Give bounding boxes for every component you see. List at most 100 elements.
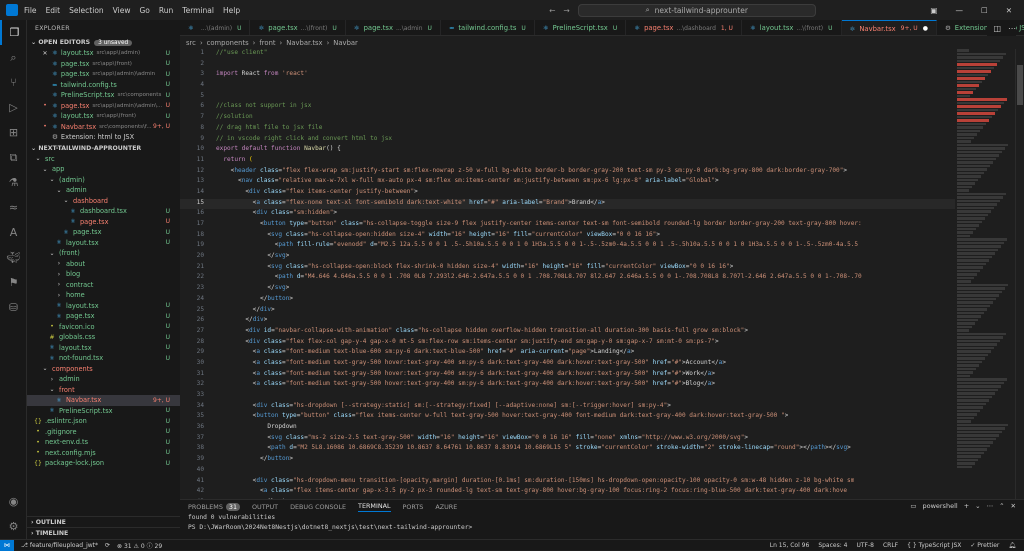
folder-item[interactable]: ⌄ (admin) <box>27 175 180 186</box>
tab-layout-tsx[interactable]: ⚛ layout.tsx ...\(front) U <box>742 20 842 35</box>
open-editor-item[interactable]: ≈ tailwind.config.ts U <box>27 80 180 91</box>
terminal-output[interactable]: found 0 vulnerabilities PS D:\JWarRoom\20… <box>180 514 1024 533</box>
maximize-panel-icon[interactable]: ⌃ <box>999 502 1004 510</box>
open-editor-item[interactable]: ⚛ PrelineScript.tsx src\components U <box>27 90 180 101</box>
code-line[interactable]: 29 <a class="font-medium text-blue-600 s… <box>180 348 955 359</box>
extensions-icon[interactable]: ⊞ <box>0 120 27 145</box>
open-editors-section[interactable]: ⌄ OPEN EDITORS 3 unsaved <box>27 37 180 48</box>
menu-view[interactable]: View <box>113 6 131 15</box>
code-line[interactable]: 9 // in vscode right click and convert ht… <box>180 135 955 146</box>
tab-tailwind-config-ts[interactable]: ≈ tailwind.config.ts U <box>441 20 535 35</box>
tailwind-icon[interactable]: ≈ <box>0 195 27 220</box>
indentation[interactable]: Spaces: 4 <box>818 542 847 549</box>
chevron-down-icon[interactable]: ⌄ <box>975 502 980 510</box>
language-mode[interactable]: { } TypeScript JSX <box>907 542 961 549</box>
run-debug-icon[interactable]: ▷ <box>0 95 27 120</box>
folder-item[interactable]: › home <box>27 290 180 301</box>
close-icon[interactable]: ✕ <box>41 50 49 57</box>
folder-item[interactable]: › blog <box>27 269 180 280</box>
prettier-status[interactable]: ✓ Prettier <box>970 542 999 549</box>
open-editor-item[interactable]: ⚛ page.tsx src\app\(admin)\admin U <box>27 69 180 80</box>
timeline-section[interactable]: › TIMELINE <box>27 527 180 538</box>
open-editor-item[interactable]: • ⚛ page.tsx src\app\(admin)\admin\... U <box>27 101 180 112</box>
file-item[interactable]: ⚛ layout.tsx U <box>27 343 180 354</box>
more-actions-icon[interactable]: ⋯ <box>987 502 994 510</box>
problems-summary[interactable]: ⊗ 31 ⚠ 0 ⓘ 29 <box>117 541 162 550</box>
account-icon[interactable]: ◉ <box>0 489 27 514</box>
file-item[interactable]: {} package-lock.json U <box>27 458 180 469</box>
folder-item[interactable]: ⌄ front <box>27 385 180 396</box>
close-window-button[interactable]: ✕ <box>1006 6 1012 15</box>
code-line[interactable]: 5 <box>180 92 955 103</box>
file-item[interactable]: • favicon.ico U <box>27 322 180 333</box>
panel-tab-terminal[interactable]: TERMINAL <box>358 502 391 512</box>
git-branch[interactable]: ⎇ feature/fileupload_jwt* <box>21 542 98 549</box>
maximize-button[interactable]: ☐ <box>981 6 988 15</box>
breadcrumb-item[interactable]: Navbar.tsx <box>286 39 322 47</box>
file-item[interactable]: ⚛ page.tsx U <box>27 217 180 228</box>
file-item[interactable]: {} .eslintrc.json U <box>27 416 180 427</box>
panel-tab-problems[interactable]: PROBLEMS 31 <box>188 503 241 511</box>
database-icon[interactable]: ⛁ <box>0 295 27 320</box>
menu-help[interactable]: Help <box>223 6 240 15</box>
add-terminal-icon[interactable]: + <box>964 502 969 510</box>
code-line[interactable]: 3 import React from 'react' <box>180 70 955 81</box>
tab-prelinescript-tsx[interactable]: ⚛ PrelineScript.tsx U <box>535 20 627 35</box>
breadcrumb-item[interactable]: components <box>207 39 249 47</box>
code-line[interactable]: 24 </button> <box>180 295 955 306</box>
file-item[interactable]: # globals.css U <box>27 332 180 343</box>
code-line[interactable]: 14 <div class="flex items-center justify… <box>180 188 955 199</box>
file-item[interactable]: ⚛ PrelineScript.tsx U <box>27 406 180 417</box>
files-icon[interactable]: ❐ <box>0 20 27 45</box>
tab-navbar-tsx[interactable]: ⚛ Navbar.tsx 9+, U ● <box>841 20 937 35</box>
open-editor-item[interactable]: • ⚛ Navbar.tsx src\components\f... 9+, U <box>27 122 180 133</box>
code-editor[interactable]: 1//"use client" 2 3 import React from 'reac… <box>180 49 955 499</box>
panel-tab-debug-console[interactable]: DEBUG CONSOLE <box>290 503 346 511</box>
code-line[interactable]: 13 <nav class="relative max-w-7xl w-full… <box>180 177 955 188</box>
editor-scrollbar[interactable] <box>1015 49 1024 499</box>
tab-page-tsx[interactable]: ⚛ page.tsx ...\(front) U <box>250 20 346 35</box>
folder-item[interactable]: ⌄ dashboard <box>27 196 180 207</box>
folder-item[interactable]: ⌄ src <box>27 154 180 165</box>
tab-page-tsx[interactable]: ⚛ page.tsx ...\admin U <box>346 20 441 35</box>
code-line[interactable]: 38 <path d="M2 5L8.16086 10.6869C8.35239… <box>180 444 955 455</box>
folder-item[interactable]: › about <box>27 259 180 270</box>
panel-tab-output[interactable]: OUTPUT <box>252 503 278 511</box>
code-line[interactable]: 31 <a class="font-medium text-gray-500 h… <box>180 370 955 381</box>
code-line[interactable]: 8 // drag html file to jsx file <box>180 124 955 135</box>
unsaved-dot-icon[interactable]: ● <box>923 25 928 32</box>
open-editor-item[interactable]: ⚛ page.tsx src\app\(front) U <box>27 59 180 70</box>
breadcrumb-item[interactable]: front <box>259 39 275 47</box>
tab-page-tsx[interactable]: ⚛ page.tsx ...\dashboard 1, U <box>626 20 742 35</box>
file-item[interactable]: • next-env.d.ts U <box>27 437 180 448</box>
forward-arrow-icon[interactable]: → <box>563 6 569 15</box>
encoding[interactable]: UTF-8 <box>856 542 874 549</box>
code-line[interactable]: 40 <box>180 466 955 477</box>
command-center-search[interactable]: ⌕ next-tailwind-approunter <box>577 3 816 17</box>
more-actions-icon[interactable]: ⋯ <box>1008 24 1016 33</box>
notifications-icon[interactable]: 🔔︎ <box>1008 542 1016 549</box>
code-line[interactable]: 4 <box>180 81 955 92</box>
file-item[interactable]: ⚛ not-found.tsx U <box>27 353 180 364</box>
layout-icon[interactable]: ▣ <box>930 6 937 15</box>
azure-icon[interactable]: A <box>0 220 27 245</box>
menu-file[interactable]: File <box>24 6 37 15</box>
code-line[interactable]: 19 <path fill-rule="evenodd" d="M2.5 12a… <box>180 241 955 252</box>
back-arrow-icon[interactable]: ← <box>549 6 555 15</box>
code-line[interactable]: 27 <div id="navbar-collapse-with-animati… <box>180 327 955 338</box>
shell-name[interactable]: powershell <box>922 502 957 510</box>
line-ending[interactable]: CRLF <box>883 542 898 549</box>
file-item[interactable]: ⚛ Navbar.tsx 9+, U <box>27 395 180 406</box>
menu-terminal[interactable]: Terminal <box>182 6 214 15</box>
code-line[interactable]: 30 <a class="font-medium text-gray-500 h… <box>180 359 955 370</box>
test-icon[interactable]: ⚗ <box>0 170 27 195</box>
remote-icon[interactable]: ⋈ <box>0 539 14 551</box>
code-line[interactable]: 35 <button type="button" class="flex ite… <box>180 412 955 423</box>
code-line[interactable]: 32 <a class="font-medium text-gray-500 h… <box>180 380 955 391</box>
source-control-icon[interactable]: ⑂ <box>0 70 27 95</box>
search-icon[interactable]: ⌕ <box>0 45 27 70</box>
code-line[interactable]: 37 <svg class="ms-2 size-2.5 text-gray-5… <box>180 434 955 445</box>
file-item[interactable]: ⚛ dashboard.tsx U <box>27 206 180 217</box>
panel-tab-ports[interactable]: PORTS <box>403 503 424 511</box>
code-line[interactable]: 2 <box>180 60 955 71</box>
